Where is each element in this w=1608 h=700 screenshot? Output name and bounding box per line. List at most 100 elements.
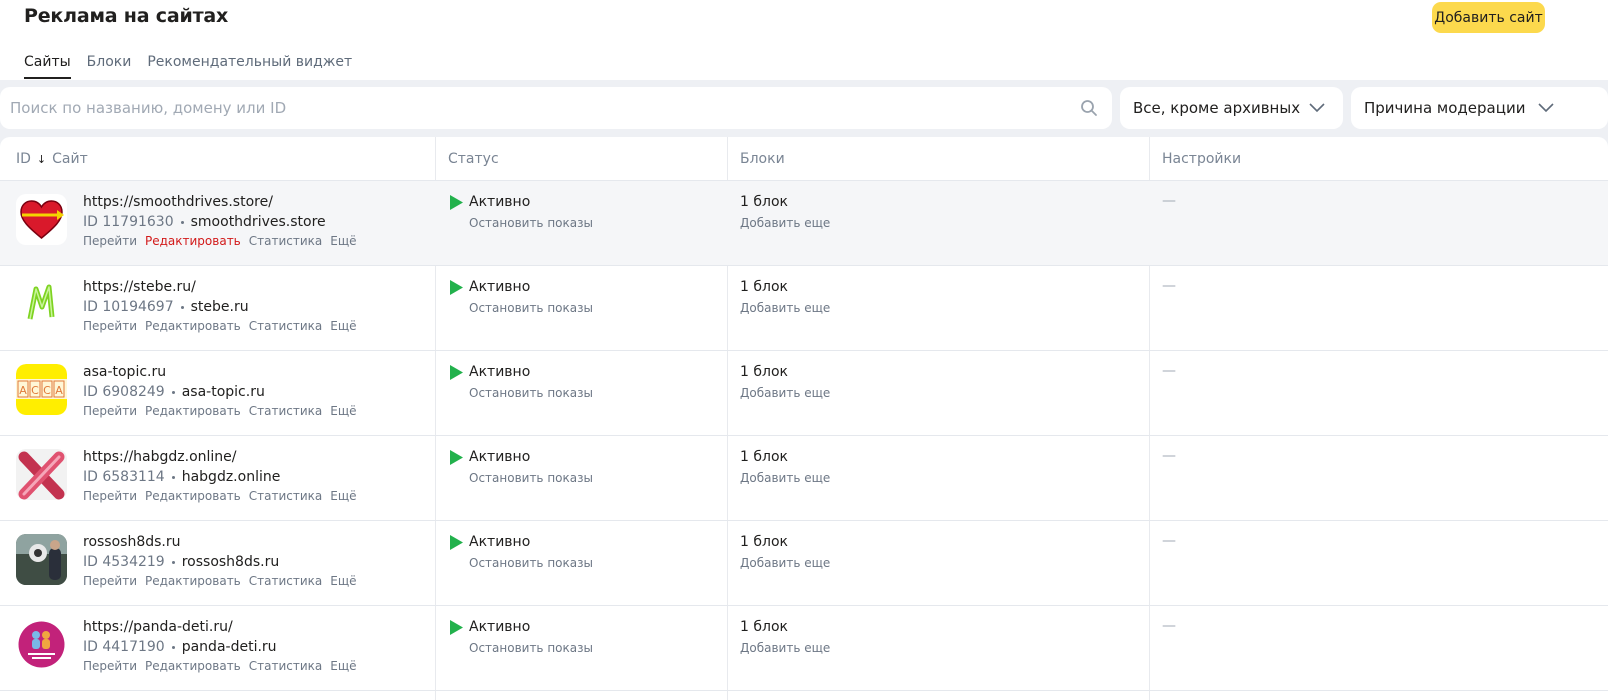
green-m-logo-icon: [16, 279, 67, 330]
edit-link[interactable]: Редактировать: [145, 489, 241, 503]
add-more-link[interactable]: Добавить еще: [740, 386, 830, 400]
go-link[interactable]: Перейти: [83, 574, 137, 588]
more-link[interactable]: Ещё: [330, 404, 356, 418]
more-link[interactable]: Ещё: [330, 659, 356, 673]
blocks-count[interactable]: 1 блок: [740, 619, 788, 635]
settings-empty: —: [1162, 363, 1176, 379]
row-actions: Перейти Редактировать Статистика Ещё: [83, 404, 357, 418]
column-header-id[interactable]: ID: [16, 151, 31, 167]
settings-empty: —: [1162, 533, 1176, 549]
status-text: Активно: [469, 449, 531, 465]
svg-text:C: C: [31, 384, 39, 397]
add-more-link[interactable]: Добавить еще: [740, 471, 830, 485]
site-id-line: ID 6908249 asa-topic.ru: [83, 384, 265, 400]
edit-link[interactable]: Редактировать: [145, 234, 241, 248]
page-title: Реклама на сайтах: [24, 5, 229, 27]
add-more-link[interactable]: Добавить еще: [740, 556, 830, 570]
photo-thumbnail-icon: [16, 534, 67, 585]
add-more-link[interactable]: Добавить еще: [740, 301, 830, 315]
stats-link[interactable]: Статистика: [249, 319, 323, 333]
more-link[interactable]: Ещё: [330, 319, 356, 333]
go-link[interactable]: Перейти: [83, 489, 137, 503]
stop-ads-link[interactable]: Остановить показы: [469, 471, 593, 485]
status-text: Активно: [469, 534, 531, 550]
more-link[interactable]: Ещё: [330, 234, 356, 248]
sort-desc-icon[interactable]: ↓: [37, 153, 46, 166]
stats-link[interactable]: Статистика: [249, 574, 323, 588]
site-domain: stebe.ru: [190, 299, 249, 315]
site-domain: habgdz.online: [181, 469, 281, 485]
site-id-line: ID 11791630 smoothdrives.store: [83, 214, 326, 230]
site-url: rossosh8ds.ru: [83, 534, 181, 550]
site-id: ID 11791630: [83, 214, 174, 230]
svg-text:A: A: [55, 384, 63, 397]
table-row: rossosh8ds.ru ID 4534219 rossosh8ds.ru П…: [0, 521, 1608, 606]
status-text: Активно: [469, 619, 531, 635]
column-header-blocks: Блоки: [740, 151, 785, 167]
tabs-bar: Сайты Блоки Рекомендательный виджет: [24, 54, 352, 79]
more-link[interactable]: Ещё: [330, 489, 356, 503]
row-actions: Перейти Редактировать Статистика Ещё: [83, 489, 357, 503]
table-row: https://stebe.ru/ ID 10194697 stebe.ru П…: [0, 266, 1608, 351]
column-header-settings: Настройки: [1162, 151, 1242, 167]
site-domain: asa-topic.ru: [181, 384, 265, 400]
column-header-id-site[interactable]: ID ↓ Сайт: [16, 151, 88, 167]
blocks-count[interactable]: 1 блок: [740, 449, 788, 465]
row-actions: Перейти Редактировать Статистика Ещё: [83, 574, 357, 588]
stats-link[interactable]: Статистика: [249, 404, 323, 418]
go-link[interactable]: Перейти: [83, 234, 137, 248]
panda-deti-logo-icon: [16, 619, 67, 670]
add-more-link[interactable]: Добавить еще: [740, 216, 830, 230]
more-link[interactable]: Ещё: [330, 574, 356, 588]
status-filter-dropdown[interactable]: Все, кроме архивных: [1120, 87, 1343, 129]
blocks-count[interactable]: 1 блок: [740, 279, 788, 295]
blocks-count[interactable]: 1 блок: [740, 364, 788, 380]
add-site-button[interactable]: Добавить сайт: [1432, 2, 1545, 33]
stop-ads-link[interactable]: Остановить показы: [469, 556, 593, 570]
stop-ads-link[interactable]: Остановить показы: [469, 301, 593, 315]
go-link[interactable]: Перейти: [83, 404, 137, 418]
stop-ads-link[interactable]: Остановить показы: [469, 641, 593, 655]
site-id-line: ID 6583114 habgdz.online: [83, 469, 280, 485]
edit-link[interactable]: Редактировать: [145, 659, 241, 673]
moderation-reason-dropdown[interactable]: Причина модерации: [1351, 87, 1608, 129]
stats-link[interactable]: Статистика: [249, 234, 323, 248]
tab-recommendation-widget[interactable]: Рекомендательный виджет: [147, 54, 352, 79]
edit-link[interactable]: Редактировать: [145, 319, 241, 333]
column-header-site[interactable]: Сайт: [52, 151, 88, 167]
status-cell: Активно: [450, 534, 530, 550]
site-url: https://stebe.ru/: [83, 279, 196, 295]
stats-link[interactable]: Статистика: [249, 659, 323, 673]
add-more-link[interactable]: Добавить еще: [740, 641, 830, 655]
blocks-count[interactable]: 1 блок: [740, 194, 788, 210]
row-actions: Перейти Редактировать Статистика Ещё: [83, 234, 357, 248]
tab-sites[interactable]: Сайты: [24, 54, 71, 79]
site-url: asa-topic.ru: [83, 364, 167, 380]
search-input[interactable]: [10, 87, 1070, 129]
svg-text:A: A: [19, 384, 27, 397]
site-domain: rossosh8ds.ru: [181, 554, 280, 570]
stop-ads-link[interactable]: Остановить показы: [469, 216, 593, 230]
search-icon[interactable]: [1080, 99, 1098, 117]
edit-link[interactable]: Редактировать: [145, 404, 241, 418]
site-id: ID 4417190: [83, 639, 165, 655]
tab-blocks[interactable]: Блоки: [87, 54, 132, 79]
site-url: https://smoothdrives.store/: [83, 194, 273, 210]
site-id: ID 6583114: [83, 469, 165, 485]
site-id: ID 6908249: [83, 384, 165, 400]
stats-link[interactable]: Статистика: [249, 489, 323, 503]
go-link[interactable]: Перейти: [83, 319, 137, 333]
edit-link[interactable]: Редактировать: [145, 574, 241, 588]
site-domain: panda-deti.ru: [181, 639, 277, 655]
table-row: https://habgdz.online/ ID 6583114 habgdz…: [0, 436, 1608, 521]
blocks-count[interactable]: 1 блок: [740, 534, 788, 550]
acca-logo-icon: A C C A: [16, 364, 67, 415]
moderation-reason-value: Причина модерации: [1364, 99, 1526, 117]
separator-dot: [171, 560, 175, 564]
status-cell: Активно: [450, 619, 530, 635]
stop-ads-link[interactable]: Остановить показы: [469, 386, 593, 400]
status-cell: Активно: [450, 194, 530, 210]
separator-dot: [180, 305, 184, 309]
go-link[interactable]: Перейти: [83, 659, 137, 673]
site-domain: smoothdrives.store: [190, 214, 326, 230]
